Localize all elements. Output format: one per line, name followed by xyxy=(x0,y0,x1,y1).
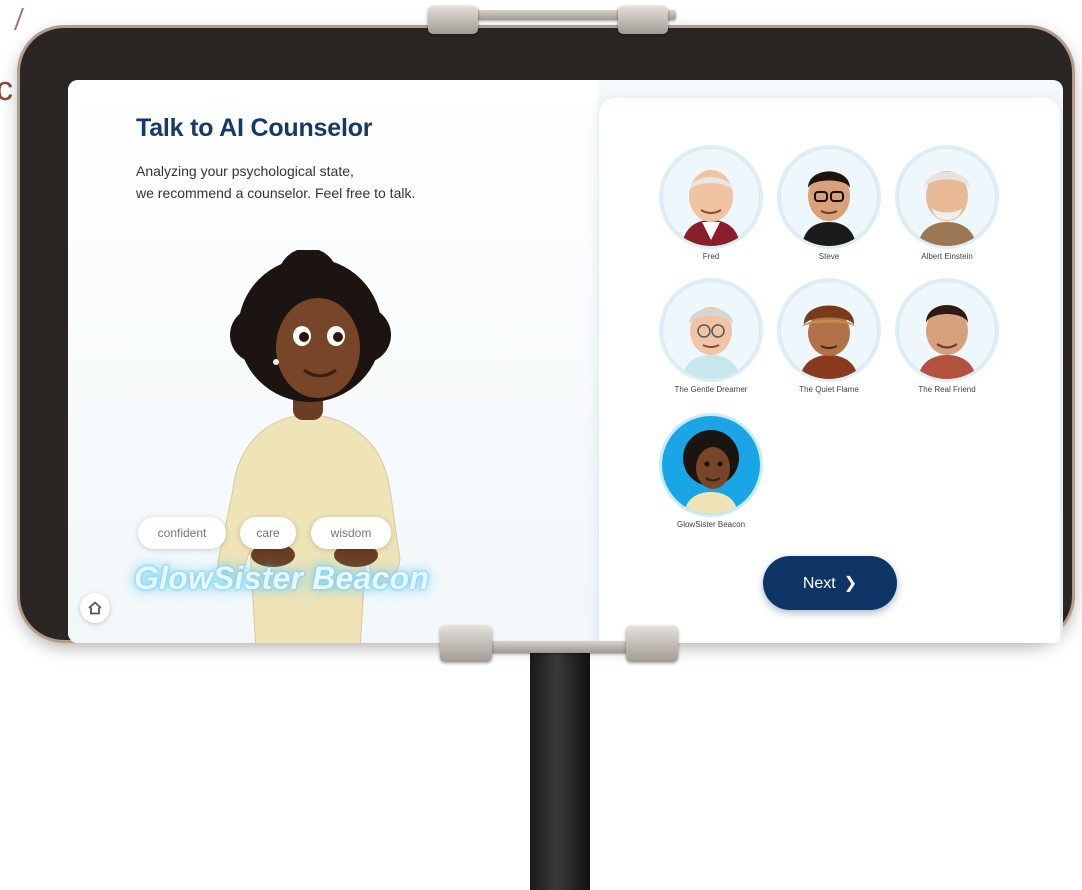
avatar xyxy=(898,281,996,379)
counselor-name: Fred xyxy=(702,252,720,261)
counselor-option-glowsister-beacon[interactable]: GlowSister Beacon xyxy=(661,416,761,529)
counselor-option-fred[interactable]: Fred xyxy=(661,148,761,261)
next-button-label: Next xyxy=(802,575,836,592)
featured-pane: Talk to AI Counselor Analyzing your psyc… xyxy=(68,80,598,643)
counselor-name: Albert Einstein xyxy=(921,252,973,261)
counselor-name: Steve xyxy=(818,252,840,261)
avatar xyxy=(780,148,878,246)
counselor-name: GlowSister Beacon xyxy=(676,520,746,529)
home-icon xyxy=(88,601,102,615)
subtitle-line-2: we recommend a counselor. Feel free to t… xyxy=(136,185,416,201)
page-subtitle: Analyzing your psychological state, we r… xyxy=(136,160,556,204)
stand-clamp-bottom-left xyxy=(440,626,492,662)
counselor-option-the-quiet-flame[interactable]: The Quiet Flame xyxy=(779,281,879,394)
home-button[interactable] xyxy=(80,593,110,623)
counselor-option-the-gentle-dreamer[interactable]: The Gentle Dreamer xyxy=(661,281,761,394)
stand-clamp-bottom-right xyxy=(626,626,678,662)
counselor-option-steve[interactable]: Steve xyxy=(779,148,879,261)
backdrop-text: c xyxy=(0,70,13,108)
counselor-name: The Quiet Flame xyxy=(799,385,859,394)
counselor-option-albert-einstein[interactable]: Albert Einstein xyxy=(897,148,997,261)
featured-counselor-name: GlowSister Beacon xyxy=(134,560,430,596)
app-screen: Talk to AI Counselor Analyzing your psyc… xyxy=(68,80,1063,643)
avatar xyxy=(662,281,760,379)
counselor-option-the-real-friend[interactable]: The Real Friend xyxy=(897,281,997,394)
avatar xyxy=(780,281,878,379)
stand-clamp-top-left xyxy=(428,6,478,34)
backdrop-mark xyxy=(1,8,25,30)
trait-chip: care xyxy=(240,517,296,549)
counselor-name: The Real Friend xyxy=(918,385,976,394)
trait-chip: confident xyxy=(138,517,226,549)
trait-chip: wisdom xyxy=(311,517,391,549)
chevron-right-icon: ❯ xyxy=(843,575,858,592)
subtitle-line-1: Analyzing your psychological state, xyxy=(136,163,354,179)
tablet-frame: Talk to AI Counselor Analyzing your psyc… xyxy=(20,28,1072,643)
avatar xyxy=(898,148,996,246)
stand-clamp-top-right xyxy=(618,6,668,34)
avatar xyxy=(662,416,760,514)
next-button[interactable]: Next ❯ xyxy=(763,556,897,610)
avatar xyxy=(662,148,760,246)
photo-scene: c Talk to AI Counselor Analyzing your ps… xyxy=(0,0,1082,890)
page-title: Talk to AI Counselor xyxy=(136,114,373,142)
counselor-name: The Gentle Dreamer xyxy=(674,385,748,394)
stand-pole xyxy=(530,640,590,890)
